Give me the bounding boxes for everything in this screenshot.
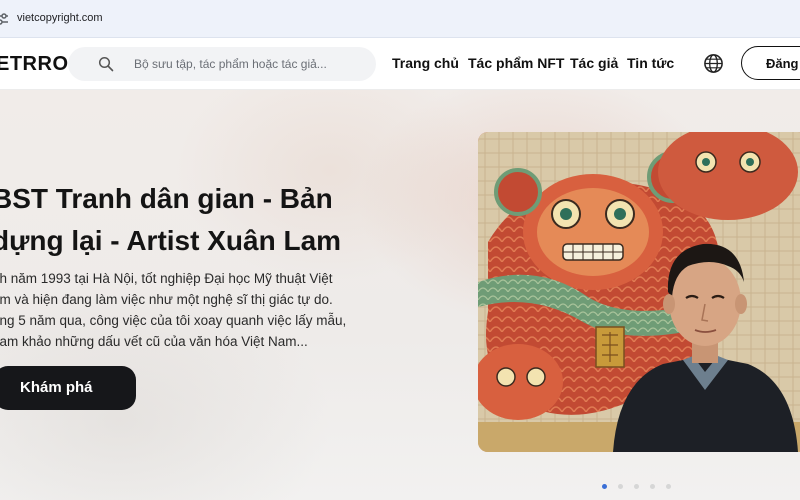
site-logo[interactable]: ETRRO — [0, 53, 69, 76]
site-info-icon[interactable] — [0, 11, 10, 27]
nav-home[interactable]: Trang chủ — [392, 55, 459, 71]
hero-title: BST Tranh dân gian - Bản dựng lại - Arti… — [0, 178, 412, 262]
globe-icon[interactable] — [703, 53, 724, 74]
site-header: ETRRO Bộ sưu tập, tác phẩm hoặc tác giả.… — [0, 38, 800, 90]
nav-artists[interactable]: Tác giả — [570, 55, 618, 71]
hero-description: nh năm 1993 tại Hà Nội, tốt nghiệp Đại h… — [0, 268, 352, 352]
carousel-dot[interactable] — [666, 484, 671, 489]
carousel-dot[interactable] — [602, 484, 607, 489]
address-field[interactable] — [0, 5, 800, 33]
login-label: Đăng n — [766, 56, 800, 71]
carousel-dot[interactable] — [618, 484, 623, 489]
explore-label: Khám phá — [20, 379, 93, 396]
nav-news[interactable]: Tin tức — [627, 55, 674, 71]
hero-description-line: am và hiện đang làm việc như một nghệ sĩ… — [0, 292, 333, 307]
search-placeholder[interactable]: Bộ sưu tập, tác phẩm hoặc tác giả... — [134, 57, 327, 71]
hero-description-line: ong 5 năm qua, công việc của tôi xoay qu… — [0, 313, 347, 328]
search-icon — [98, 56, 114, 72]
carousel-dot[interactable] — [650, 484, 655, 489]
hero-artwork-image[interactable] — [478, 132, 800, 452]
hero-banner: BST Tranh dân gian - Bản dựng lại - Arti… — [0, 90, 800, 500]
search-bar[interactable]: Bộ sưu tập, tác phẩm hoặc tác giả... — [68, 47, 376, 81]
hero-title-line: BST Tranh dân gian - Bản — [0, 183, 333, 214]
hero-description-line: ham khảo những dấu vết cũ của văn hóa Vi… — [0, 334, 308, 349]
explore-button[interactable]: Khám phá — [0, 366, 136, 410]
carousel-dot[interactable] — [634, 484, 639, 489]
browser-address-bar: vietcopyright.com — [0, 0, 800, 38]
artwork-illustration — [478, 132, 800, 452]
hero-title-line: dựng lại - Artist Xuân Lam — [0, 225, 342, 256]
url-text: vietcopyright.com — [17, 12, 103, 24]
login-button[interactable]: Đăng n — [741, 46, 800, 80]
hero-description-line: nh năm 1993 tại Hà Nội, tốt nghiệp Đại h… — [0, 271, 333, 286]
carousel-indicators — [602, 484, 682, 492]
nav-nft-works[interactable]: Tác phẩm NFT — [468, 55, 564, 71]
